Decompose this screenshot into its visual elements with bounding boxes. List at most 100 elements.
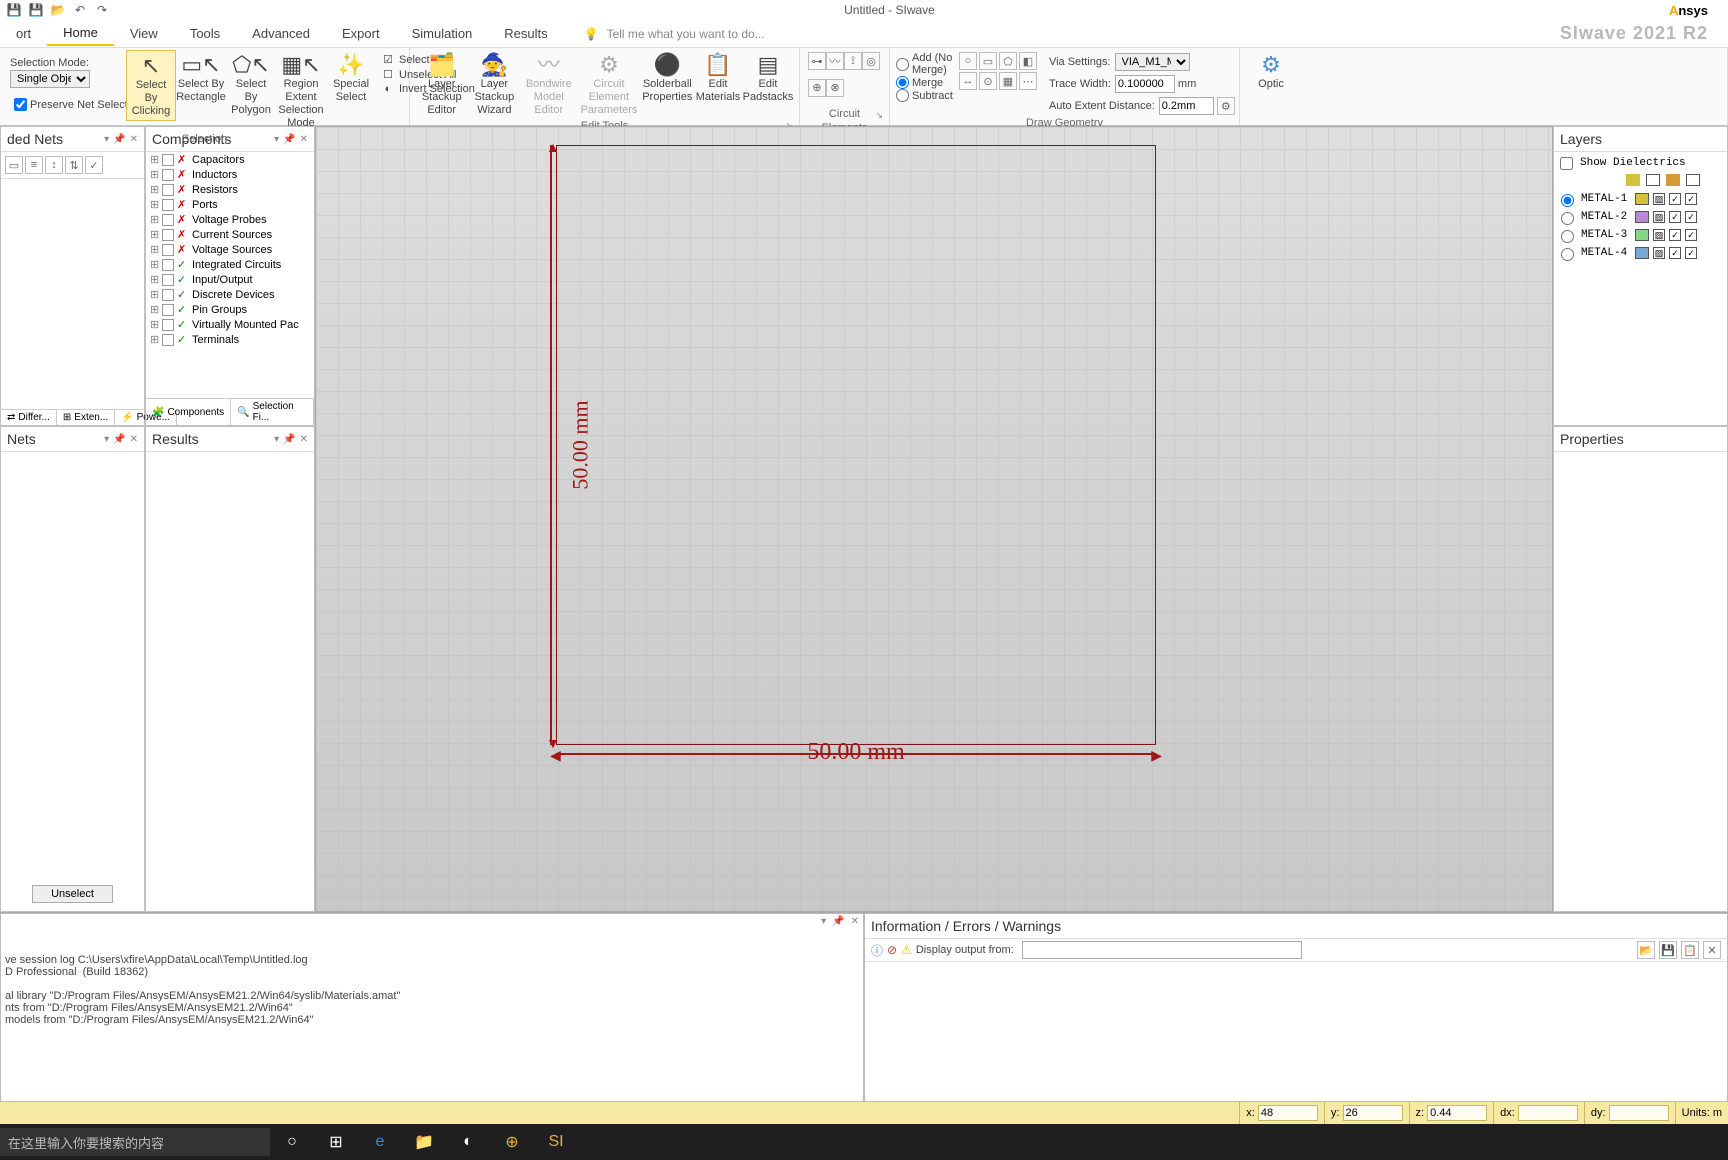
show-dielectrics-checkbox[interactable] (1560, 157, 1573, 170)
pin-icon[interactable]: 📌 (113, 434, 125, 445)
tree-checkbox[interactable] (162, 199, 174, 211)
merge-radio[interactable] (896, 76, 909, 89)
layer-check-3[interactable]: ✓ (1685, 229, 1697, 241)
tree-checkbox[interactable] (162, 244, 174, 256)
tab-tools[interactable]: Tools (174, 22, 236, 45)
tree-item[interactable]: ⊞ ✗ Current Sources (146, 227, 314, 242)
edge-icon[interactable]: e (358, 1124, 402, 1160)
app-icon-1[interactable]: ◐ (446, 1124, 490, 1160)
tab-view[interactable]: View (114, 22, 174, 45)
nets-icon-1[interactable]: ▭ (5, 156, 23, 174)
nets-icon-5[interactable]: ✓ (85, 156, 103, 174)
options-button[interactable]: ⚙Optic (1246, 50, 1296, 93)
unselect-button[interactable]: Unselect (32, 885, 113, 903)
app-icon-2[interactable]: ⊕ (490, 1124, 534, 1160)
layer-row[interactable]: METAL-4 ▨ ✓ ✓ (1556, 244, 1725, 262)
tree-item[interactable]: ⊞ ✗ Voltage Probes (146, 212, 314, 227)
layer-check-3[interactable]: ✓ (1685, 193, 1697, 205)
layer-color-swatch[interactable] (1635, 247, 1649, 259)
tab-export[interactable]: Export (326, 22, 396, 45)
expand-icon[interactable]: ⊞ (150, 258, 162, 271)
tab-results[interactable]: Results (488, 22, 563, 45)
expand-icon[interactable]: ⊞ (150, 303, 162, 316)
select-by-clicking-button[interactable]: ↖Select By Clicking (126, 50, 176, 121)
qat-open-icon[interactable]: 📂 (50, 2, 66, 18)
expand-icon[interactable]: ⊞ (150, 333, 162, 346)
select-by-polygon-button[interactable]: ⬠↖Select By Polygon (226, 50, 276, 119)
layer-check-1[interactable]: ▨ (1653, 229, 1665, 241)
tree-item[interactable]: ⊞ ✗ Ports (146, 197, 314, 212)
ce-icon-6[interactable]: ⊗ (826, 79, 844, 97)
layer-radio[interactable] (1561, 212, 1574, 225)
expand-icon[interactable]: ⊞ (150, 273, 162, 286)
expand-icon[interactable]: ⊞ (150, 198, 162, 211)
dropdown-icon[interactable]: ▾ (821, 916, 826, 927)
layer-radio[interactable] (1561, 230, 1574, 243)
close-icon[interactable]: ✕ (851, 916, 859, 927)
layer-check-3[interactable]: ✓ (1685, 247, 1697, 259)
layer-row[interactable]: METAL-2 ▨ ✓ ✓ (1556, 208, 1725, 226)
tree-item[interactable]: ⊞ ✓ Integrated Circuits (146, 257, 314, 272)
layer-check-2[interactable]: ✓ (1669, 193, 1681, 205)
components-tree[interactable]: ⊞ ✗ Capacitors⊞ ✗ Inductors⊞ ✗ Resistors… (146, 152, 314, 398)
tree-checkbox[interactable] (162, 169, 174, 181)
circuit-elements-launcher-icon[interactable]: ↘ (875, 108, 883, 122)
expand-icon[interactable]: ⊞ (150, 228, 162, 241)
tab-home[interactable]: Home (47, 21, 114, 46)
expand-icon[interactable]: ⊞ (150, 318, 162, 331)
layer-check-3[interactable]: ✓ (1685, 211, 1697, 223)
subtract-radio[interactable] (896, 89, 909, 102)
tree-checkbox[interactable] (162, 214, 174, 226)
expand-icon[interactable]: ⊞ (150, 288, 162, 301)
nets-icon-3[interactable]: ↕ (45, 156, 63, 174)
add-no-merge-radio[interactable] (896, 58, 909, 71)
tree-checkbox[interactable] (162, 229, 174, 241)
open-folder-icon[interactable]: 📂 (1637, 941, 1655, 959)
tree-item[interactable]: ⊞ ✗ Capacitors (146, 152, 314, 167)
status-y-input[interactable] (1343, 1105, 1403, 1121)
pin-icon[interactable]: 📌 (832, 916, 844, 927)
close-icon[interactable]: ✕ (130, 434, 138, 445)
layer-check-1[interactable]: ▨ (1653, 193, 1665, 205)
layer-color-swatch[interactable] (1635, 211, 1649, 223)
board-outline[interactable] (556, 145, 1156, 745)
tree-item[interactable]: ⊞ ✗ Voltage Sources (146, 242, 314, 257)
layer-check-1[interactable]: ▨ (1653, 211, 1665, 223)
layer-color-swatch[interactable] (1635, 193, 1649, 205)
edit-padstacks-button[interactable]: ▤Edit Padstacks (743, 50, 793, 106)
region-extent-button[interactable]: ▦↖Region Extent Selection Mode (276, 50, 326, 132)
tree-item[interactable]: ⊞ ✓ Pin Groups (146, 302, 314, 317)
status-z-input[interactable] (1427, 1105, 1487, 1121)
info-icon[interactable]: ⓘ (871, 942, 883, 959)
solderball-button[interactable]: ⚫Solderball Properties (642, 50, 693, 106)
preserve-nets-checkbox[interactable] (14, 98, 27, 111)
shape-icon-8[interactable]: ⋯ (1019, 72, 1037, 90)
taskview-icon[interactable]: ⊞ (314, 1124, 358, 1160)
tab-exten[interactable]: ⊞Exten... (57, 410, 115, 425)
cortana-icon[interactable]: ○ (270, 1124, 314, 1160)
status-x-input[interactable] (1258, 1105, 1318, 1121)
special-select-button[interactable]: ✨Special Select (326, 50, 376, 106)
auto-extent-settings-icon[interactable]: ⚙ (1217, 97, 1235, 115)
expand-icon[interactable]: ⊞ (150, 168, 162, 181)
pin-icon[interactable]: 📌 (283, 434, 295, 445)
tree-item[interactable]: ⊞ ✓ Discrete Devices (146, 287, 314, 302)
clear-icon[interactable]: ✕ (1703, 941, 1721, 959)
expand-icon[interactable]: ⊞ (150, 153, 162, 166)
ce-icon-4[interactable]: ◎ (862, 52, 880, 70)
via-settings-select[interactable]: VIA_M1_M4 (1115, 53, 1190, 71)
tab-port-cut[interactable]: ort (0, 22, 47, 45)
design-canvas[interactable]: ▲ ▼ 50.00 mm ◀ ▶ 50.00 mm (315, 126, 1553, 912)
layer-stackup-wizard-button[interactable]: 🧙Layer Stackup Wizard (467, 50, 521, 119)
warning-icon[interactable]: ⚠ (901, 943, 912, 957)
tree-item[interactable]: ⊞ ✓ Terminals (146, 332, 314, 347)
layer-color-swatch[interactable] (1635, 229, 1649, 241)
tree-checkbox[interactable] (162, 319, 174, 331)
message-log[interactable]: ▾📌✕ ve session log C:\Users\xfire\AppDat… (0, 913, 864, 1102)
expand-icon[interactable]: ⊞ (150, 243, 162, 256)
layer-check-2[interactable]: ✓ (1669, 211, 1681, 223)
explorer-icon[interactable]: 📁 (402, 1124, 446, 1160)
display-output-select[interactable] (1022, 941, 1302, 959)
tree-item[interactable]: ⊞ ✓ Virtually Mounted Pac (146, 317, 314, 332)
nets-icon-4[interactable]: ⇅ (65, 156, 83, 174)
